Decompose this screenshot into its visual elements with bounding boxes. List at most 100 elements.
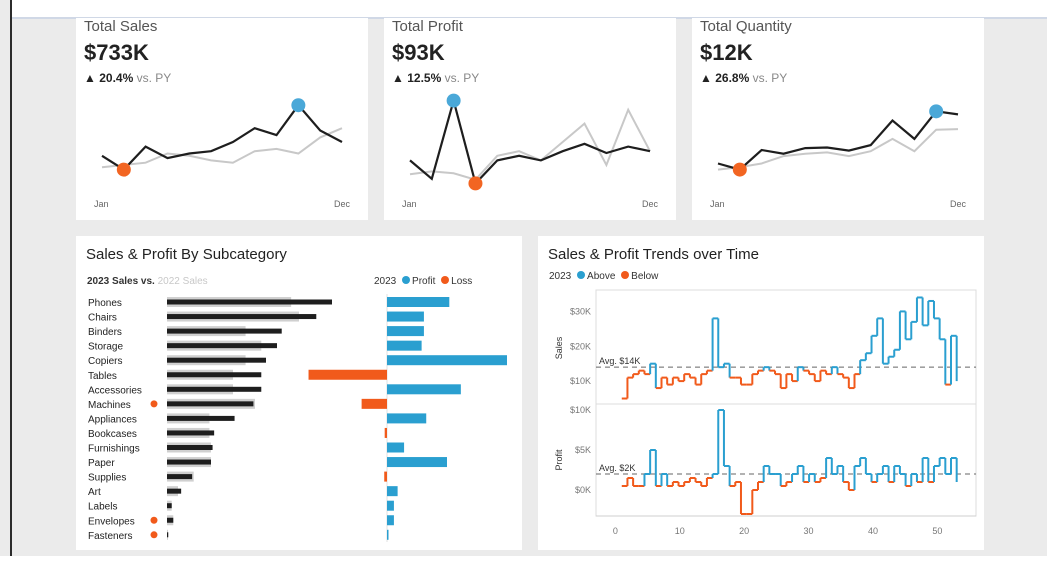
subcategory-label: Storage [88, 342, 123, 353]
profit-bar [387, 340, 422, 351]
profit-bar [387, 384, 461, 395]
low-point-marker [116, 162, 131, 177]
profit-bar [387, 442, 405, 453]
sales-tick-label: $30K [570, 306, 591, 316]
trends-chart[interactable]: $10K $20K $30K Sales Avg. $14K $0K $5K $10K Prof… [538, 236, 984, 550]
profit-tick-label: $10K [570, 405, 591, 415]
sales-tick-label: $20K [570, 341, 591, 351]
x-axis-end-label: Dec [950, 199, 967, 209]
subcategory-card[interactable]: Sales & Profit By Subcategory 2023 Sales… [76, 236, 522, 550]
x-tick-label: 10 [675, 526, 685, 536]
subcategory-label: Tables [88, 371, 117, 382]
kpi-card-quantity[interactable]: Total Quantity $12K ▲ 26.8% vs. PY Jan De… [692, 18, 984, 220]
profit-axis-label: Profit [554, 449, 564, 471]
loss-bar [361, 398, 387, 409]
subcategory-label: Supplies [88, 473, 126, 484]
current-sales-bar [167, 357, 266, 363]
current-sales-bar [167, 299, 332, 305]
x-tick-label: 50 [932, 526, 942, 536]
subcategory-label: Bookcases [88, 429, 137, 440]
current-sales-bar [167, 401, 254, 407]
loss-marker-icon [150, 400, 158, 408]
subcategory-label: Furnishings [88, 444, 140, 455]
profit-bar [387, 297, 450, 307]
subcategory-label: Chairs [88, 313, 117, 324]
profit-bar [387, 457, 447, 468]
current-year-line [101, 103, 343, 172]
x-tick-label: 20 [739, 526, 749, 536]
sales-axis-label: Sales [554, 336, 564, 359]
high-point-marker [929, 104, 944, 119]
left-border [10, 0, 12, 560]
x-tick-label: 40 [868, 526, 878, 536]
profit-bar [387, 486, 398, 497]
top-border [10, 0, 1047, 19]
current-sales-bar [167, 415, 235, 421]
profit-bar [387, 500, 394, 511]
loss-bar [384, 427, 387, 438]
subcategory-label: Art [88, 487, 101, 498]
sales-tick-label: $10K [570, 376, 591, 386]
current-sales-bar [167, 430, 215, 436]
subcategory-chart[interactable]: Phones Chairs Binders Storage Copiers Tables A… [76, 236, 522, 550]
current-sales-bar [167, 314, 317, 320]
x-tick-label: 0 [613, 526, 618, 536]
profit-average-label: Avg. $2K [599, 463, 635, 473]
subcategory-label: Machines [88, 400, 131, 411]
x-tick-label: 30 [804, 526, 814, 536]
subcategory-label: Paper [88, 458, 115, 469]
sparkline-chart[interactable]: Jan Dec [384, 18, 676, 220]
profit-tick-label: $5K [575, 445, 591, 455]
subcategory-label: Envelopes [88, 516, 135, 527]
current-sales-bar [167, 517, 174, 523]
current-sales-bar [167, 503, 172, 509]
current-sales-bar [167, 532, 169, 538]
loss-marker-icon [150, 531, 158, 539]
current-sales-bar [167, 343, 277, 349]
current-sales-bar [167, 488, 182, 494]
low-point-marker [732, 162, 747, 177]
profit-pane [595, 403, 977, 517]
subcategory-label: Appliances [88, 414, 137, 425]
current-sales-bar [167, 328, 282, 334]
x-axis-end-label: Dec [334, 199, 351, 209]
subcategory-label: Labels [88, 502, 117, 513]
kpi-card-profit[interactable]: Total Profit $93K ▲ 12.5% vs. PY Jan Dec [384, 18, 676, 220]
high-point-marker [446, 93, 461, 108]
sales-average-label: Avg. $14K [599, 356, 640, 366]
profit-bar [387, 311, 424, 322]
current-sales-bar [167, 445, 213, 450]
loss-bar [308, 369, 387, 380]
trends-card[interactable]: Sales & Profit Trends over Time 2023 Abo… [538, 236, 984, 550]
dashboard-canvas: Total Sales $733K ▲ 20.4% vs. PY Jan Dec … [0, 0, 1047, 586]
profit-bar [387, 413, 427, 424]
subcategory-label: Binders [88, 327, 122, 338]
kpi-card-sales[interactable]: Total Sales $733K ▲ 20.4% vs. PY Jan Dec [76, 18, 368, 220]
high-point-marker [291, 98, 306, 113]
current-sales-bar [167, 372, 262, 378]
profit-bar [387, 529, 389, 540]
current-sales-bar [167, 474, 193, 480]
current-year-line [409, 96, 651, 186]
current-sales-bar [167, 386, 262, 392]
sparkline-chart[interactable]: Jan Dec [76, 18, 368, 220]
loss-marker-icon [150, 516, 158, 524]
profit-bar [387, 326, 424, 337]
profit-bar [387, 515, 394, 526]
subcategory-label: Phones [88, 298, 122, 309]
bottom-band [0, 556, 1047, 586]
sparkline-chart[interactable]: Jan Dec [692, 18, 984, 220]
current-year-line [717, 110, 959, 171]
prior-year-line [409, 107, 651, 181]
profit-tick-label: $0K [575, 485, 591, 495]
subcategory-label: Accessories [88, 385, 142, 396]
profit-bar [387, 355, 507, 366]
current-sales-bar [167, 459, 211, 465]
subcategory-label: Fasteners [88, 531, 132, 542]
loss-bar [384, 471, 387, 482]
x-axis-start-label: Jan [710, 199, 725, 209]
low-point-marker [468, 176, 483, 191]
x-axis-end-label: Dec [642, 199, 659, 209]
x-axis-start-label: Jan [402, 199, 417, 209]
subcategory-label: Copiers [88, 356, 122, 367]
